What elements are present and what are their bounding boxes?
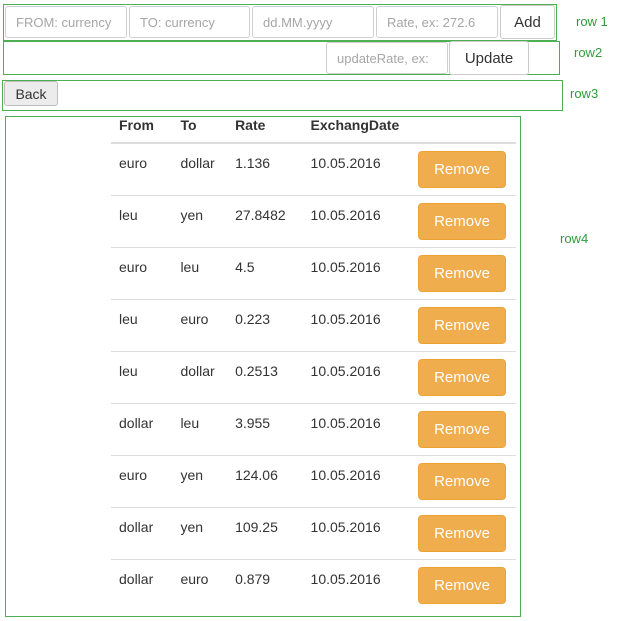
cell-from: euro [111,246,173,299]
column-header-to: To [172,108,228,144]
cell-rate: 0.2513 [227,350,303,403]
cell-from: euro [119,155,148,171]
remove-button[interactable]: Remove [418,358,506,396]
cell-rate: 1.136 [235,155,271,171]
table-header-row: From To Rate ExchangDate [111,108,516,144]
exchange-rates-table: From To Rate ExchangDate euro dollar 1.136… [111,108,516,611]
cell-actions: Remove [418,558,516,611]
column-header-from: From [111,108,173,144]
cell-to: dollar [172,350,228,403]
remove-button[interactable]: Remove [418,151,506,188]
cell-actions: Remove [418,246,516,299]
to-currency-input[interactable] [129,6,250,38]
row2-label: row2 [574,45,603,60]
cell-from: leu [111,350,173,403]
cell-actions: Remove [418,143,516,195]
cell-to: leu [172,402,228,455]
cell-actions: Remove [418,298,516,351]
cell-actions: Remove [418,350,516,403]
table-row: leu euro 0.223 10.05.2016 Remove [111,298,516,351]
table-row: dollar euro 0.879 10.05.2016 Remove [111,558,516,611]
cell-to: leu [172,246,228,299]
cell-rate: 0.879 [227,558,303,611]
table-row: dollar yen 109.25 10.05.2016 Remove [111,506,516,559]
remove-button[interactable]: Remove [418,254,506,292]
cell-to: euro [172,558,228,611]
cell-actions: Remove [418,506,516,559]
cell-actions: Remove [418,454,516,507]
cell-actions: Remove [418,402,516,455]
remove-button[interactable]: Remove [418,306,506,344]
cell-from: dollar [111,402,173,455]
remove-button[interactable]: Remove [418,410,506,448]
cell-date: 10.05.2016 [302,402,418,455]
update-rate-input[interactable] [326,42,448,74]
cell-from: dollar [111,506,173,559]
cell-date: 10.05.2016 [302,506,418,559]
column-header-date: ExchangDate [302,108,418,144]
row1-label: row 1 [576,14,608,29]
cell-date: 10.05.2016 [302,194,418,247]
cell-rate: 27.8482 [227,194,303,247]
cell-date: 10.05.2016 [310,155,381,171]
from-currency-input[interactable] [5,6,127,38]
cell-date: 10.05.2016 [302,246,418,299]
cell-to: yen [172,194,228,247]
update-button[interactable]: Update [449,41,529,75]
table-row: leu yen 27.8482 10.05.2016 Remove [111,194,516,247]
cell-from: euro [111,454,173,507]
table-row: euro leu 4.5 10.05.2016 Remove [111,246,516,299]
cell-date: 10.05.2016 [302,298,418,351]
cell-actions: Remove [418,194,516,247]
table-row: euro dollar 1.136 10.05.2016 Remove [111,143,516,195]
cell-to: yen [172,506,228,559]
cell-date: 10.05.2016 [302,558,418,611]
remove-button[interactable]: Remove [418,202,506,240]
add-button[interactable]: Add [500,5,555,39]
cell-rate: 109.25 [227,506,303,559]
cell-from: leu [111,298,173,351]
date-input[interactable] [252,6,374,38]
cell-to: yen [172,454,228,507]
remove-button[interactable]: Remove [418,462,506,500]
remove-button[interactable]: Remove [418,566,506,604]
cell-to: dollar [180,155,215,171]
cell-date: 10.05.2016 [302,350,418,403]
table-row: euro yen 124.06 10.05.2016 Remove [111,454,516,507]
column-header-actions [418,108,516,144]
remove-button[interactable]: Remove [418,514,506,552]
cell-rate: 4.5 [227,246,303,299]
table-row: leu dollar 0.2513 10.05.2016 Remove [111,350,516,403]
cell-to: euro [172,298,228,351]
cell-date: 10.05.2016 [302,454,418,507]
back-button[interactable]: Back [4,81,58,106]
row3-container [2,80,563,111]
cell-rate: 124.06 [227,454,303,507]
cell-from: dollar [111,558,173,611]
cell-rate: 0.223 [227,298,303,351]
rate-input[interactable] [376,6,498,38]
cell-rate: 3.955 [227,402,303,455]
row4-label: row4 [560,231,589,246]
row3-label: row3 [570,86,599,101]
column-header-rate: Rate [227,108,303,144]
table-row: dollar leu 3.955 10.05.2016 Remove [111,402,516,455]
cell-from: leu [111,194,173,247]
